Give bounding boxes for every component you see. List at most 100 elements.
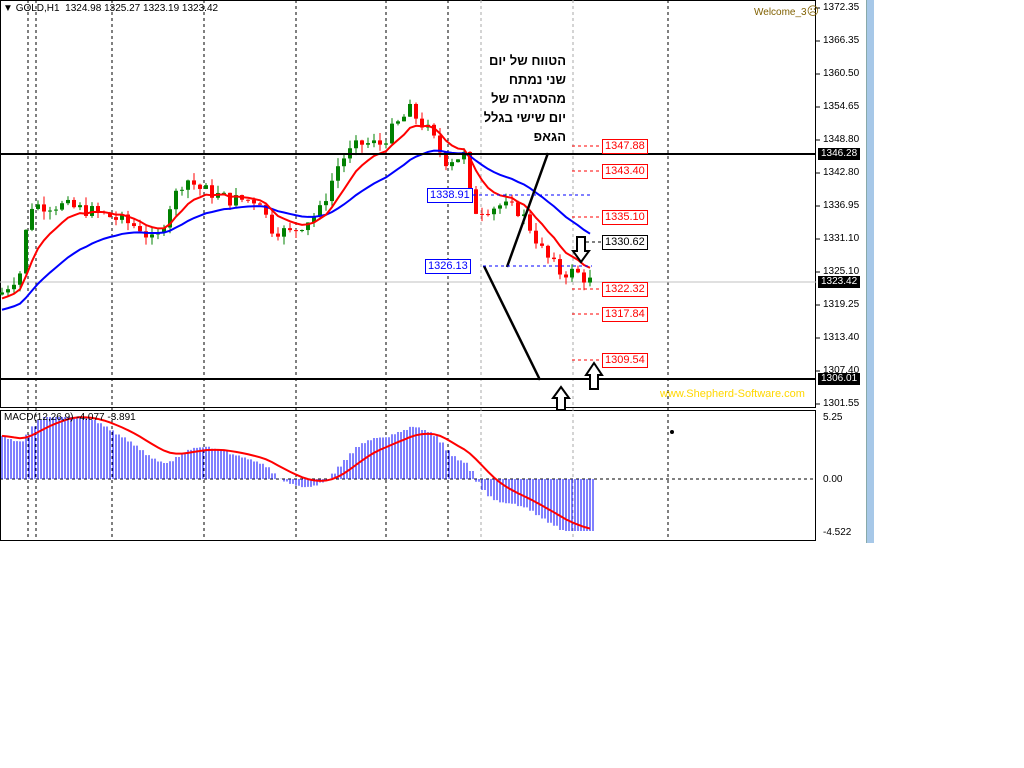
candle-body (486, 214, 490, 216)
candle-body (42, 204, 46, 212)
candle-body (48, 210, 52, 212)
candle-body (480, 213, 484, 215)
price-axis-label: 1319.25 (823, 299, 860, 310)
price-axis-label: 1372.35 (823, 2, 860, 13)
candle-body (396, 121, 400, 124)
price-axis-label: 1301.55 (823, 398, 860, 409)
candle-body (294, 230, 298, 232)
candle-body (552, 257, 556, 260)
candle-body (6, 289, 10, 293)
candle-body (372, 140, 376, 144)
candle-body (510, 201, 514, 203)
candle-body (72, 199, 76, 208)
candle-body (18, 273, 22, 285)
macd-axis-max: 5.25 (823, 412, 843, 423)
candle-body (576, 268, 580, 273)
annotation-line: הטווח של יום (488, 53, 566, 68)
candle-body (582, 272, 586, 283)
annotation-line: הגאפ (533, 129, 566, 144)
level-label-red[interactable]: 1309.54 (602, 353, 648, 368)
current-price-tag: 1323.42 (818, 276, 861, 288)
level-label-red[interactable]: 1347.88 (602, 139, 648, 154)
macd-window-frame (0, 410, 816, 541)
candle-body (78, 205, 82, 208)
candle-body (60, 203, 64, 210)
level-label-red[interactable]: 1322.32 (602, 282, 648, 297)
candle-body (378, 140, 382, 145)
annotation-line: שני נמתח (508, 72, 566, 87)
candle-body (516, 202, 520, 217)
price-axis-label: 1354.65 (823, 101, 860, 112)
price-axis-label: 1336.95 (823, 200, 860, 211)
annotation-line: יום שישי בגלל (483, 110, 566, 125)
candle-body (132, 223, 136, 227)
level-label-blue[interactable]: 1326.13 (425, 259, 471, 274)
candle-body (36, 204, 40, 209)
candle-body (390, 123, 394, 144)
candle-body (450, 162, 454, 167)
level-label-red[interactable]: 1317.84 (602, 307, 648, 322)
candle-body (546, 245, 550, 258)
ohlc-values: 1324.98 1325.27 1323.19 1323.42 (65, 3, 219, 14)
candle-body (270, 214, 274, 234)
collapse-icon[interactable]: ▼ (3, 3, 13, 14)
candle-body (360, 140, 364, 145)
price-axis-label: 1348.80 (823, 134, 860, 145)
candle-body (288, 228, 292, 231)
price-axis-label: 1331.10 (823, 233, 860, 244)
candle-body (354, 140, 358, 149)
candle-body (492, 208, 496, 215)
candle-body (504, 201, 508, 206)
level-label-red[interactable]: 1335.10 (602, 210, 648, 225)
candle-body (336, 166, 340, 181)
annotation-line: מהסגירה של (491, 91, 566, 106)
macd-dot (670, 430, 674, 434)
price-axis-label: 1366.35 (823, 35, 860, 46)
level-label-red[interactable]: 1343.40 (602, 164, 648, 179)
price-axis-label: 1313.40 (823, 332, 860, 343)
main-window-frame (0, 0, 816, 408)
candle-body (54, 209, 58, 211)
candle-body (204, 185, 208, 189)
candle-body (24, 229, 28, 274)
hebrew-annotation[interactable]: הטווח של יום שני נמתח מהסגירה של יום שיש… (470, 51, 566, 146)
candle-body (528, 214, 532, 231)
candle-body (384, 143, 388, 145)
candle-body (564, 274, 568, 278)
candle-body (588, 277, 592, 283)
candle-body (414, 103, 418, 119)
vertical-scrollbar[interactable] (866, 0, 874, 543)
candle-body (324, 201, 328, 206)
candle-body (138, 226, 142, 232)
symbol-header: ▼ GOLD,H1 1324.98 1325.27 1323.19 1323.4… (3, 3, 218, 14)
candle-body (150, 234, 154, 238)
candle-body (198, 184, 202, 189)
candle-body (456, 159, 460, 163)
watermark: www.Shepherd-Software.com (660, 388, 805, 400)
candle-body (252, 199, 256, 204)
candle-body (540, 243, 544, 246)
candle-body (186, 180, 190, 190)
candle-body (408, 103, 412, 117)
candle-body (246, 199, 250, 201)
candle-body (258, 203, 262, 205)
candle-body (402, 116, 406, 122)
account-label: Welcome_3☹ (754, 4, 819, 18)
candle-body (96, 206, 100, 212)
macd-axis-min: -4.522 (823, 527, 852, 538)
level-label-black[interactable]: 1330.62 (602, 235, 648, 250)
level-label-blue[interactable]: 1338.91 (427, 188, 473, 203)
price-axis-label: 1360.50 (823, 68, 860, 79)
candle-body (90, 206, 94, 216)
candle-body (474, 189, 478, 214)
candle-body (180, 189, 184, 191)
candle-body (300, 230, 304, 232)
candle-body (558, 259, 562, 275)
candle-body (366, 143, 370, 145)
candle-body (570, 268, 574, 278)
candle-body (318, 205, 322, 217)
candle-body (66, 199, 70, 204)
resistance-price-tag: 1346.28 (818, 148, 861, 160)
candle-body (0, 292, 4, 295)
symbol-label: GOLD,H1 (15, 3, 60, 14)
